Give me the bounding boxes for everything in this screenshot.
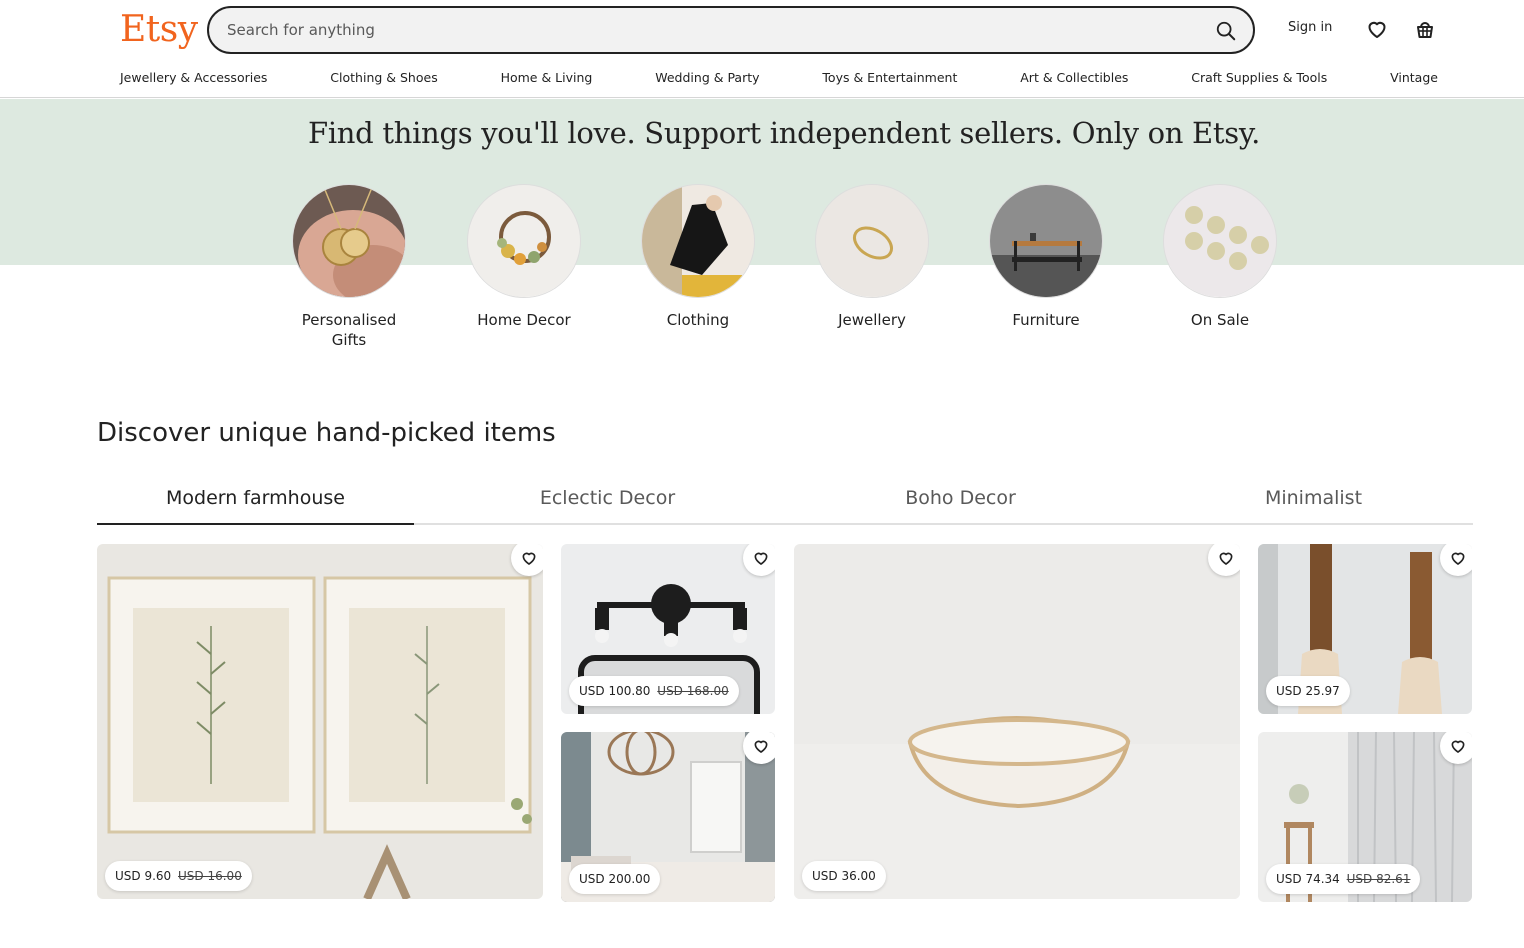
- heart-icon: [1219, 552, 1233, 565]
- product-card-ceramic-bowl[interactable]: USD 36.00: [794, 544, 1240, 899]
- product-card-botanical-prints[interactable]: USD 9.60 USD 16.00: [97, 544, 543, 899]
- dress-photo: [641, 184, 755, 298]
- favorite-button[interactable]: [743, 732, 775, 764]
- search-button[interactable]: [1209, 14, 1243, 48]
- search-bar: [207, 6, 1255, 54]
- price-badge: USD 74.34 USD 82.61: [1266, 864, 1421, 894]
- original-price: USD 168.00: [657, 684, 729, 698]
- pendant-photo: [292, 184, 406, 298]
- product-card-wood-chandelier[interactable]: USD 200.00: [561, 732, 775, 902]
- heart-icon: [522, 552, 536, 565]
- price-badge: USD 25.97: [1266, 676, 1350, 706]
- category-on-sale[interactable]: On Sale: [1163, 184, 1277, 330]
- category-label: Furniture: [1012, 311, 1080, 329]
- favorite-button[interactable]: [1440, 732, 1472, 764]
- price-badge: USD 200.00: [569, 864, 661, 894]
- favorite-button[interactable]: [743, 544, 775, 576]
- sale-price: USD 36.00: [812, 869, 876, 883]
- nav-clothing-shoes[interactable]: Clothing & Shoes: [330, 70, 437, 85]
- favorite-button[interactable]: [511, 544, 543, 576]
- site-header: Etsy Sign in Jewellery & Accessories Clo…: [0, 0, 1524, 98]
- sale-price: USD 9.60: [115, 869, 172, 883]
- heart-icon: [754, 740, 768, 753]
- product-card-wall-sconce[interactable]: USD 100.80 USD 168.00: [561, 544, 775, 714]
- price-badge: USD 36.00: [802, 861, 886, 891]
- heart-icon: [1368, 21, 1386, 38]
- sign-in-link[interactable]: Sign in: [1288, 20, 1332, 35]
- product-card-wood-towel-hooks[interactable]: USD 25.97: [1258, 544, 1472, 714]
- nav-vintage[interactable]: Vintage: [1390, 70, 1438, 85]
- category-label: Home Decor: [477, 311, 571, 329]
- tab-minimalist[interactable]: Minimalist: [1155, 476, 1472, 525]
- price-badge: USD 100.80 USD 168.00: [569, 676, 739, 706]
- category-label: Jewellery: [838, 311, 906, 329]
- hero-title: Find things you'll love. Support indepen…: [308, 116, 1260, 150]
- nav-home-living[interactable]: Home & Living: [501, 70, 593, 85]
- sale-price: USD 100.80: [579, 684, 651, 698]
- heart-icon: [1451, 552, 1465, 565]
- original-price: USD 82.61: [1346, 872, 1411, 886]
- heart-icon: [754, 552, 768, 565]
- sale-price: USD 74.34: [1276, 872, 1340, 886]
- wreath-photo: [467, 184, 581, 298]
- category-clothing[interactable]: Clothing: [641, 184, 755, 330]
- nav-jewellery-accessories[interactable]: Jewellery & Accessories: [120, 70, 267, 85]
- favorite-button[interactable]: [1440, 544, 1472, 576]
- nav-toys-entertainment[interactable]: Toys & Entertainment: [822, 70, 957, 85]
- product-card-linen-curtains[interactable]: USD 74.34 USD 82.61: [1258, 732, 1472, 902]
- nav-art-collectibles[interactable]: Art & Collectibles: [1020, 70, 1128, 85]
- tab-modern-farmhouse[interactable]: Modern farmhouse: [97, 476, 414, 525]
- category-personalised-gifts[interactable]: Personalised Gifts: [292, 184, 406, 350]
- price-badge: USD 9.60 USD 16.00: [105, 861, 252, 891]
- category-jewellery[interactable]: Jewellery: [815, 184, 929, 330]
- search-icon: [1216, 21, 1236, 41]
- product-image: [97, 544, 543, 899]
- cart-button[interactable]: [1410, 14, 1440, 44]
- favorites-button[interactable]: [1362, 14, 1392, 44]
- category-home-decor[interactable]: Home Decor: [467, 184, 581, 330]
- category-label: Personalised Gifts: [301, 311, 397, 349]
- sale-price: USD 25.97: [1276, 684, 1340, 698]
- table-photo: [989, 184, 1103, 298]
- tab-eclectic-decor[interactable]: Eclectic Decor: [449, 476, 766, 525]
- favorite-button[interactable]: [1208, 544, 1240, 576]
- heart-icon: [1451, 740, 1465, 753]
- basket-icon: [1417, 22, 1433, 38]
- discover-title: Discover unique hand-picked items: [97, 418, 556, 448]
- category-label: On Sale: [1190, 311, 1250, 329]
- etsy-logo[interactable]: Etsy: [120, 8, 198, 52]
- category-label: Clothing: [666, 311, 730, 329]
- ring-photo: [815, 184, 929, 298]
- nav-wedding-party[interactable]: Wedding & Party: [655, 70, 759, 85]
- tab-boho-decor[interactable]: Boho Decor: [802, 476, 1119, 525]
- category-furniture[interactable]: Furniture: [989, 184, 1103, 330]
- discover-tabs: Modern farmhouse Eclectic Decor Boho Dec…: [97, 476, 1473, 525]
- search-input[interactable]: [227, 18, 1187, 42]
- category-nav: Jewellery & Accessories Clothing & Shoes…: [120, 70, 1438, 85]
- product-image: [794, 544, 1240, 899]
- original-price: USD 16.00: [178, 869, 242, 883]
- sale-price: USD 200.00: [579, 872, 651, 886]
- stickers-photo: [1163, 184, 1277, 298]
- nav-craft-supplies[interactable]: Craft Supplies & Tools: [1191, 70, 1327, 85]
